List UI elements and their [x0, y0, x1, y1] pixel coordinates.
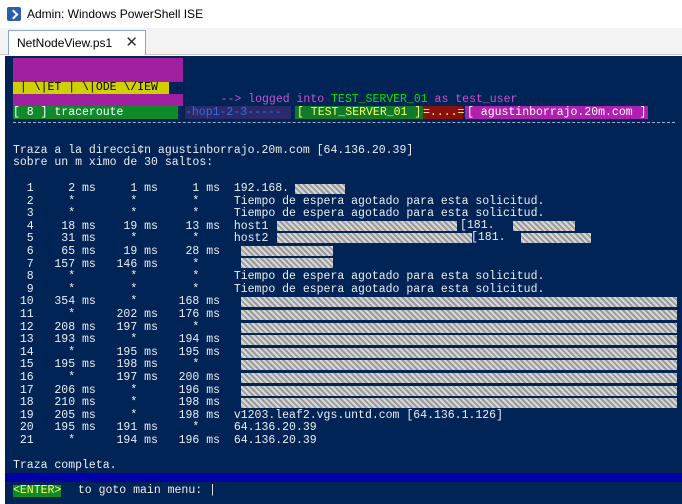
input-bar	[5, 473, 682, 482]
redacted-block	[241, 246, 333, 256]
banner-stripe-bottom	[13, 94, 183, 106]
hop-indicator: -hop1-2-3-----	[185, 106, 291, 119]
redacted-block	[241, 398, 677, 409]
trace-row: 15 195 ms 198 ms *	[13, 358, 200, 372]
redacted-block	[241, 373, 677, 383]
trace-row: 12 208 ms 197 ms *	[13, 320, 200, 334]
trace-row: 2 * * * Tiempo de espera agotado para es…	[13, 194, 545, 208]
menu-item-traceroute: [ 8 ] traceroute	[13, 106, 178, 119]
redacted-block	[241, 385, 677, 396]
redacted-block	[241, 322, 677, 333]
window-title: Admin: Windows PowerShell ISE	[27, 7, 204, 21]
redacted-block	[241, 335, 677, 346]
trace-row: 10 354 ms * 168 ms	[13, 295, 221, 309]
title-bar: Admin: Windows PowerShell ISE	[0, 0, 682, 28]
main-menu-prompt[interactable]: to goto main menu: |	[71, 485, 216, 497]
status-target-host: [ agustinborrajo.20m.com ]	[465, 106, 649, 119]
redacted-block	[295, 184, 345, 194]
trace-row: 14 * 195 ms 195 ms	[13, 345, 221, 359]
redacted-block	[241, 347, 677, 358]
trace-row: 6 65 ms 19 ms 28 ms	[13, 245, 221, 258]
trace-row: 5 31 ms * * host2	[13, 232, 269, 246]
redacted-block	[241, 360, 677, 371]
close-icon[interactable]: ✕	[125, 34, 138, 51]
trace-row: 11 * 202 ms 176 ms	[13, 308, 221, 321]
trace-row: 19 205 ms * 198 ms v1203.leaf2.vgs.untd.…	[13, 408, 503, 422]
trace-row: 21 * 194 ms 196 ms 64.136.20.39	[13, 434, 317, 447]
redacted-block	[277, 221, 457, 231]
console-pane[interactable]: | \|ET | \|ODE \/IEW --> logged into TES…	[5, 56, 682, 504]
trace-row: 1 2 ms 1 ms 1 ms 192.168.	[13, 182, 290, 195]
trace-row: 18 210 ms * 198 ms	[13, 396, 221, 410]
status-connector: =....=	[423, 106, 465, 119]
redacted-block	[277, 233, 472, 243]
trace-max-hops: sobre un m ximo de 30 saltos:	[13, 156, 214, 169]
tab-strip: NetNodeView.ps1 ✕	[0, 28, 682, 55]
redacted-block	[241, 310, 677, 320]
banner-stripe-top	[13, 58, 183, 70]
trace-complete: Traza completa.	[13, 459, 117, 472]
logged-server: TEST_SERVER_01	[331, 93, 428, 106]
redacted-block	[241, 258, 333, 268]
status-server: [ TEST_SERVER_01 ]	[295, 106, 424, 119]
enter-key-label: <ENTER>	[13, 484, 62, 497]
trace-row: 4 18 ms 19 ms 13 ms host1	[13, 219, 269, 233]
trace-row: 17 206 ms * 196 ms	[13, 383, 221, 397]
separator-line	[13, 122, 675, 123]
as-label: as	[427, 93, 456, 106]
tab-label: NetNodeView.ps1	[17, 36, 113, 50]
logged-into-label: --> logged into	[220, 93, 332, 106]
trace-row: 7 157 ms 146 ms *	[13, 257, 200, 271]
trace-row: 9 * * * Tiempo de espera agotado para es…	[13, 282, 545, 296]
netnodeview-logo: | \|ET | \|ODE \/IEW	[13, 82, 169, 94]
redacted-block	[521, 233, 591, 243]
logged-user: test_user	[455, 93, 518, 106]
tab-netnodeview[interactable]: NetNodeView.ps1 ✕	[8, 30, 146, 55]
redacted-block	[513, 221, 575, 231]
redacted-block	[241, 297, 677, 308]
host2-ip: [181.	[471, 231, 506, 244]
trace-row: 8 * * * Tiempo de espera agotado para es…	[13, 270, 545, 284]
trace-row: 16 * 197 ms 200 ms	[13, 371, 221, 384]
powershell-icon	[7, 7, 21, 21]
trace-row: 13 193 ms * 194 ms	[13, 333, 221, 347]
trace-row: 20 195 ms 191 ms * 64.136.20.39	[13, 421, 317, 435]
